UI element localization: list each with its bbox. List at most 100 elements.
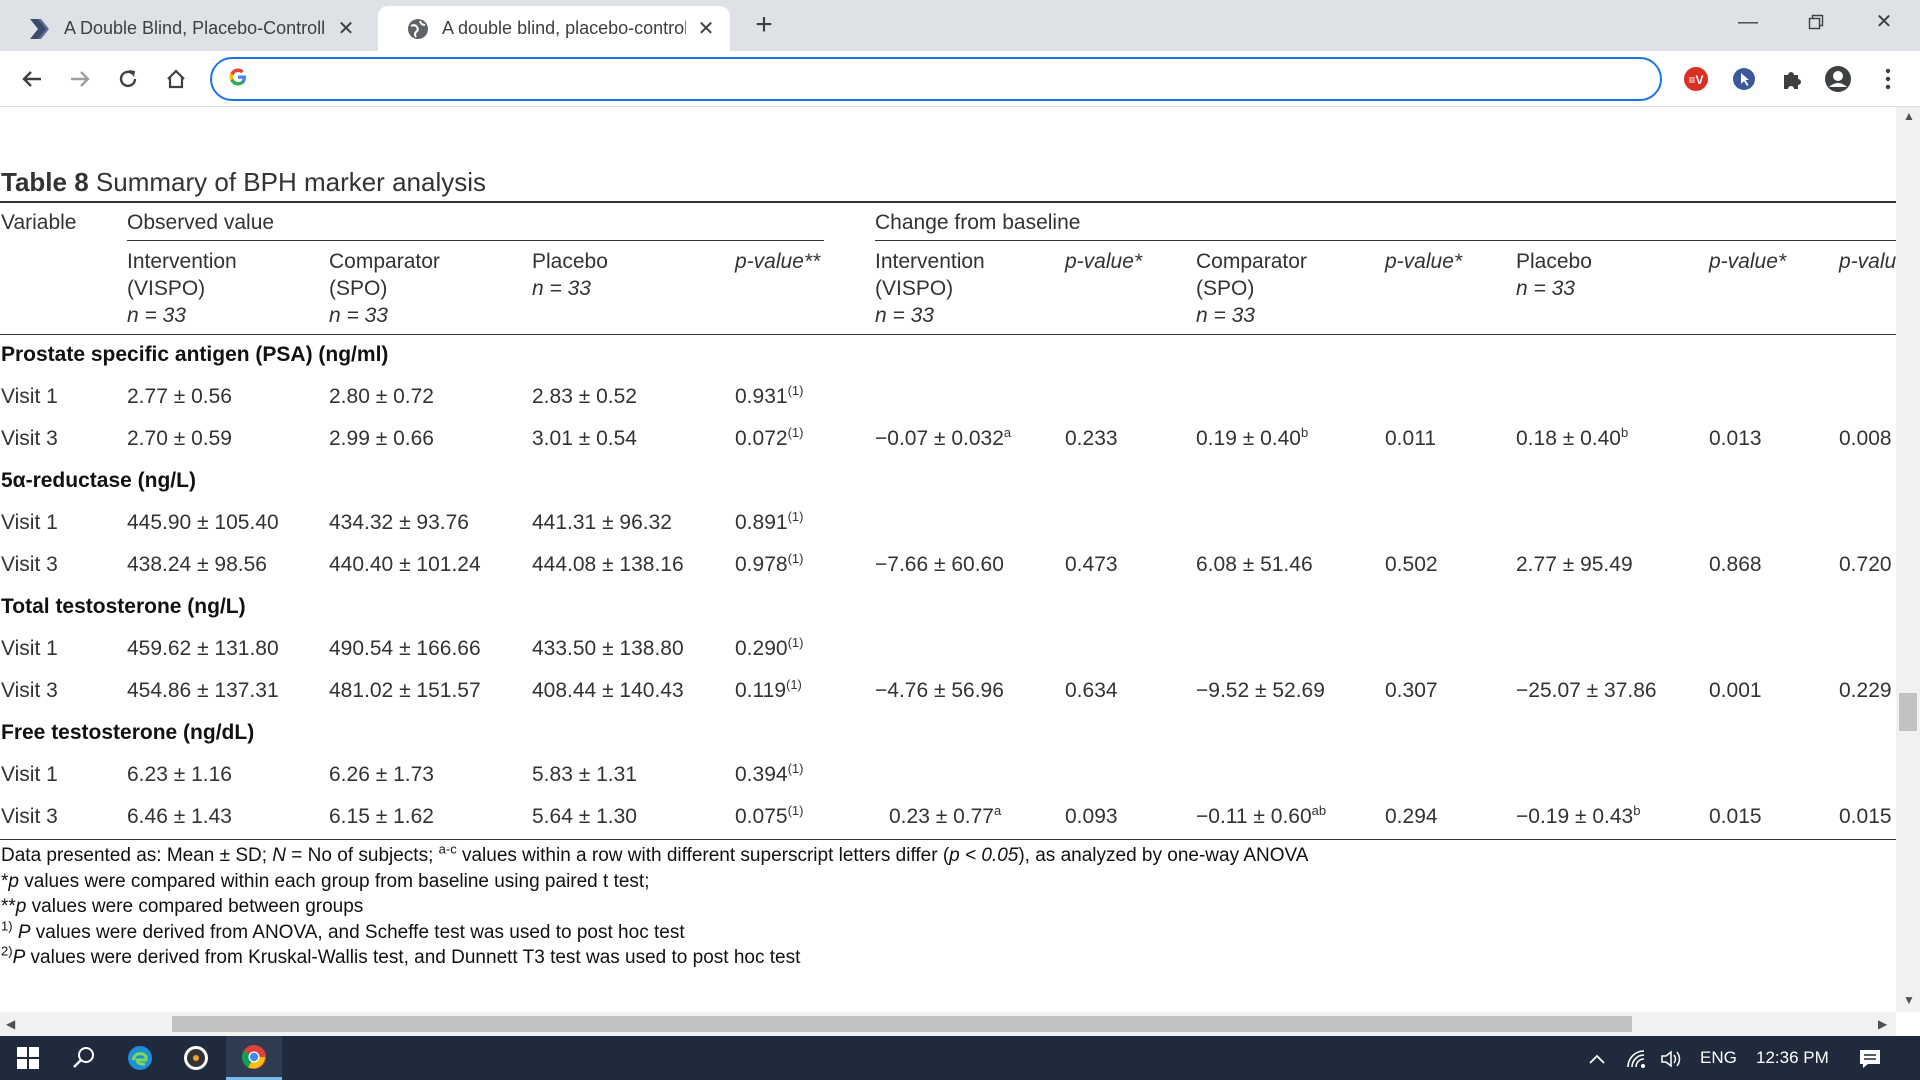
windows-start-icon[interactable] [0, 1036, 56, 1080]
forward-icon[interactable] [64, 63, 96, 95]
footnote-1: Data presented as: Mean ± SD; N = No of … [1, 841, 1309, 866]
table-footnotes: Data presented as: Mean ± SD; N = No of … [1, 843, 1308, 971]
chg-p4-cell: 0.229 [1839, 679, 1892, 702]
notifications-icon[interactable] [1858, 1036, 1882, 1080]
section-title: Prostate specific antigen (PSA) (ng/ml) [1, 343, 389, 366]
header-chg-comparator: Comparator (SPO) n = 33 [1196, 250, 1307, 327]
chg-p1-cell: 0.093 [1065, 805, 1118, 828]
chg-vispo-cell: −7.66 ± 60.60 [875, 553, 1004, 576]
obs-spo-cell: 481.02 ± 151.57 [329, 679, 481, 702]
chg-p3-cell: 0.868 [1709, 553, 1762, 576]
wifi-icon[interactable] [1626, 1036, 1648, 1080]
obs-pvalue-cell: 0.891(1) [735, 509, 804, 534]
vertical-scroll-thumb[interactable] [1899, 693, 1917, 731]
browser-toolbar: ≡V [0, 51, 1920, 107]
scroll-right-icon[interactable]: ▶ [1878, 1017, 1887, 1031]
new-tab-button[interactable]: + [748, 10, 780, 42]
section-title: Total testosterone (ng/L) [1, 595, 246, 618]
row-label: Visit 1 [1, 511, 58, 534]
obs-pvalue-cell: 0.978(1) [735, 551, 804, 576]
chg-placebo-cell: 0.18 ± 0.40b [1516, 425, 1629, 450]
obs-placebo-cell: 2.83 ± 0.52 [532, 385, 637, 408]
row-label: Visit 1 [1, 637, 58, 660]
minimize-icon[interactable]: — [1718, 6, 1778, 38]
chg-p1-cell: 0.233 [1065, 427, 1118, 450]
row-label: Visit 1 [1, 385, 58, 408]
svg-text:≡V: ≡V [1688, 73, 1703, 87]
extensions-puzzle-icon[interactable] [1778, 65, 1806, 93]
address-bar[interactable] [210, 57, 1662, 101]
obs-spo-cell: 6.26 ± 1.73 [329, 763, 434, 786]
footnote-4: 1) P values were derived from ANOVA, and… [1, 918, 685, 943]
reload-icon[interactable] [112, 63, 144, 95]
tab-1-title: A Double Blind, Placebo-Controll [64, 18, 326, 38]
extension-cursor-icon[interactable] [1730, 65, 1758, 93]
scroll-up-icon[interactable]: ▲ [1903, 109, 1915, 123]
obs-vispo-cell: 2.70 ± 0.59 [127, 427, 232, 450]
back-icon[interactable] [16, 63, 48, 95]
windows-taskbar: ENG 12:36 PM [0, 1036, 1920, 1080]
footnote-3: **p values were compared between groups [1, 896, 364, 917]
table-caption: Table 8 Summary of BPH marker analysis [1, 167, 486, 197]
bookmark-arrow-icon [28, 17, 52, 41]
chg-p3-cell: 0.015 [1709, 805, 1762, 828]
chg-p1-cell: 0.634 [1065, 679, 1118, 702]
tab-2[interactable]: A double blind, placebo-controlle ✕ [378, 6, 730, 51]
chg-p4-cell: 0.720 [1839, 553, 1892, 576]
vertical-scrollbar[interactable]: ▲ ▼ [1896, 107, 1920, 1012]
chrome-browser-icon[interactable] [226, 1036, 282, 1080]
profile-avatar-icon[interactable] [1824, 65, 1852, 93]
restore-icon[interactable] [1786, 6, 1846, 38]
window-close-icon[interactable]: ✕ [1854, 6, 1914, 38]
home-icon[interactable] [160, 63, 192, 95]
chg-placebo-cell: −0.19 ± 0.43b [1516, 803, 1641, 828]
header-bottom-rule [0, 334, 1896, 335]
media-app-icon[interactable] [168, 1036, 224, 1080]
chg-p1-cell: 0.473 [1065, 553, 1118, 576]
tab-2-title: A double blind, placebo-controlle [442, 18, 686, 38]
obs-spo-cell: 490.54 ± 166.66 [329, 637, 481, 660]
kebab-menu-icon[interactable] [1874, 65, 1902, 93]
obs-pvalue-cell: 0.394(1) [735, 761, 804, 786]
obs-vispo-cell: 459.62 ± 131.80 [127, 637, 279, 660]
observed-underline [127, 240, 824, 241]
scroll-down-icon[interactable]: ▼ [1903, 993, 1915, 1007]
horizontal-scrollbar[interactable]: ◀ ▶ [0, 1012, 1896, 1036]
chg-vispo-cell: −4.76 ± 56.96 [875, 679, 1004, 702]
close-icon[interactable]: ✕ [336, 16, 356, 41]
scroll-left-icon[interactable]: ◀ [6, 1017, 15, 1031]
chg-p2-cell: 0.011 [1385, 427, 1436, 450]
close-icon[interactable]: ✕ [696, 16, 716, 41]
obs-pvalue-cell: 0.119(1) [735, 677, 802, 702]
chg-spo-cell: −0.11 ± 0.60ab [1196, 803, 1327, 828]
search-icon[interactable] [56, 1036, 112, 1080]
header-chg-p4: p-valu [1839, 250, 1896, 273]
chg-p2-cell: 0.294 [1385, 805, 1438, 828]
clock[interactable]: 12:36 PM [1756, 1036, 1829, 1080]
obs-spo-cell: 440.40 ± 101.24 [329, 553, 481, 576]
page-viewport: Table 8 Summary of BPH marker analysis V… [0, 107, 1896, 1012]
chg-vispo-cell: 0.23 ± 0.77a [889, 803, 1002, 828]
horizontal-scroll-thumb[interactable] [172, 1016, 1632, 1032]
obs-vispo-cell: 445.90 ± 105.40 [127, 511, 279, 534]
obs-spo-cell: 2.99 ± 0.66 [329, 427, 434, 450]
language-indicator[interactable]: ENG [1700, 1036, 1737, 1080]
tab-1[interactable]: A Double Blind, Placebo-Controll ✕ [0, 6, 370, 51]
obs-vispo-cell: 454.86 ± 137.31 [127, 679, 279, 702]
obs-spo-cell: 434.32 ± 93.76 [329, 511, 469, 534]
header-obs-placebo: Placebo n = 33 [532, 250, 608, 300]
obs-placebo-cell: 433.50 ± 138.80 [532, 637, 684, 660]
omnibox-input[interactable] [260, 68, 1660, 90]
google-g-icon [228, 67, 248, 92]
edge-browser-icon[interactable] [112, 1036, 168, 1080]
obs-placebo-cell: 444.08 ± 138.16 [532, 553, 684, 576]
tray-chevron-icon[interactable] [1588, 1036, 1606, 1080]
obs-placebo-cell: 441.31 ± 96.32 [532, 511, 672, 534]
table-top-rule [0, 201, 1896, 203]
header-chg-p3: p-value* [1709, 250, 1787, 273]
header-chg-placebo: Placebo n = 33 [1516, 250, 1592, 300]
extension-red-icon[interactable]: ≡V [1682, 65, 1710, 93]
chg-p3-cell: 0.013 [1709, 427, 1762, 450]
section-title: 5α-reductase (ng/L) [1, 469, 196, 492]
volume-icon[interactable] [1660, 1036, 1684, 1080]
